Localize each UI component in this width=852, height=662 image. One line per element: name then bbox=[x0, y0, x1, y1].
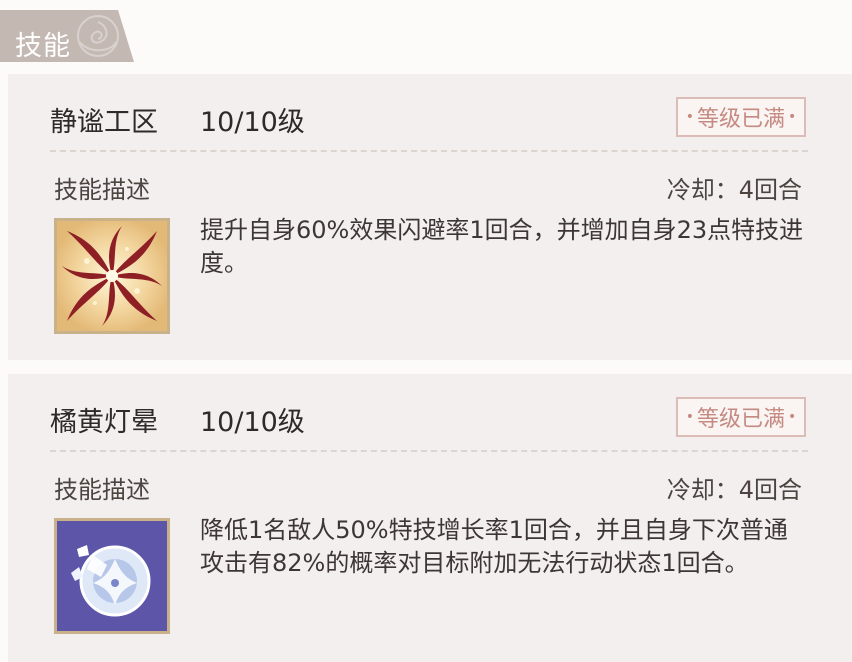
level-max-badge: • 等级已满 • bbox=[676, 97, 806, 137]
cooldown-text: 冷却：4回合 bbox=[666, 476, 802, 504]
section-title: 技能 bbox=[15, 31, 71, 62]
swirl-skill-icon[interactable] bbox=[54, 218, 170, 334]
dot-icon: • bbox=[788, 409, 797, 425]
section-header: 技能 bbox=[0, 10, 134, 62]
dot-icon: • bbox=[685, 109, 694, 125]
divider bbox=[50, 150, 808, 152]
skill-description-label: 技能描述 bbox=[54, 176, 150, 204]
level-max-badge: • 等级已满 • bbox=[676, 397, 806, 437]
badge-label: 等级已满 bbox=[696, 407, 785, 432]
skill-description-label: 技能描述 bbox=[54, 476, 150, 504]
rose-icon bbox=[77, 15, 119, 57]
skill-description: 提升自身60%效果闪避率1回合，并增加自身23点特技进度。 bbox=[200, 216, 804, 277]
skill-name: 橘黄灯晕 bbox=[50, 407, 158, 438]
skill-description: 降低1名敌人50%特技增长率1回合，并且自身下次普通攻击有82%的概率对目标附加… bbox=[200, 516, 788, 577]
skill-level: 10/10级 bbox=[200, 107, 305, 138]
skill-card[interactable]: 静谧工区 10/10级 • 等级已满 • 技能描述 冷却：4回合 提升自身60%… bbox=[8, 74, 852, 360]
skill-name: 静谧工区 bbox=[50, 107, 158, 138]
cooldown-text: 冷却：4回合 bbox=[666, 176, 802, 204]
dot-icon: • bbox=[788, 109, 797, 125]
skill-card[interactable]: 橘黄灯晕 10/10级 • 等级已满 • 技能描述 冷却：4回合 降低1名敌人5… bbox=[8, 374, 852, 662]
skill-level: 10/10级 bbox=[200, 407, 305, 438]
badge-label: 等级已满 bbox=[696, 107, 785, 132]
divider bbox=[50, 450, 808, 452]
crystal-skill-icon[interactable] bbox=[54, 518, 170, 634]
dot-icon: • bbox=[685, 409, 694, 425]
